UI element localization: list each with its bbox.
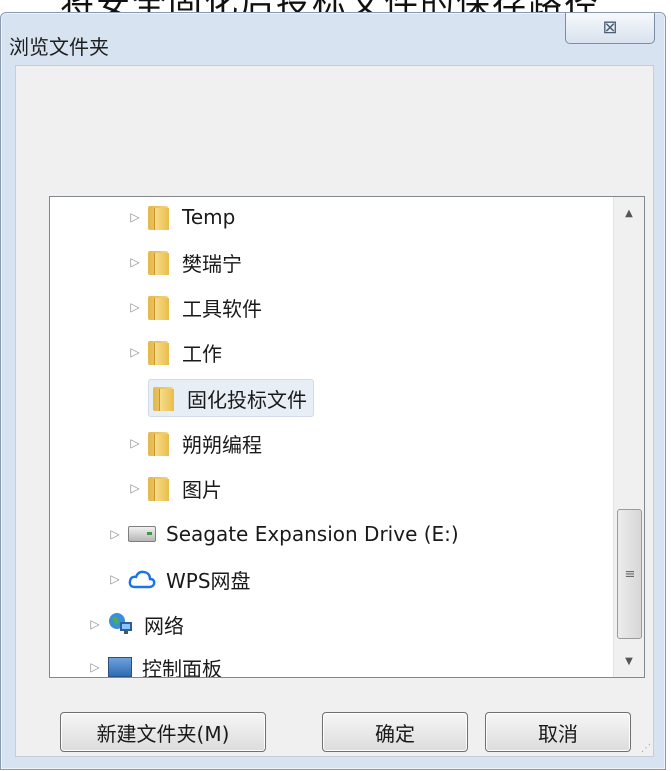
expand-arrow-icon[interactable]: ▷: [128, 255, 142, 269]
tree-item-bid-files[interactable]: 固化投标文件: [50, 378, 612, 418]
tree-item-label: 固化投标文件: [187, 387, 307, 412]
ok-button[interactable]: 确定: [322, 712, 468, 752]
dialog-title: 浏览文件夹: [9, 35, 109, 59]
network-icon: [109, 613, 132, 634]
tree-item-work[interactable]: ▷ 工作: [50, 332, 612, 372]
tree-item-fanruining[interactable]: ▷ 樊瑞宁: [50, 242, 612, 282]
tree-item-label: 网络: [144, 613, 184, 638]
tree-item-label: WPS网盘: [166, 568, 251, 593]
title-bar[interactable]: 浏览文件夹 ⊠: [1, 13, 665, 65]
tree-item-pictures[interactable]: ▷ 图片: [50, 468, 612, 508]
expand-arrow-icon[interactable]: ▷: [128, 345, 142, 359]
control-panel-icon: [108, 657, 132, 677]
scroll-thumb[interactable]: ≡: [617, 509, 642, 639]
folder-icon: [148, 204, 170, 230]
new-folder-button[interactable]: 新建文件夹(M): [60, 712, 266, 752]
grip-icon: ≡: [624, 566, 636, 582]
tree-item-label: 樊瑞宁: [182, 251, 242, 276]
folder-icon: [153, 385, 175, 411]
dialog-client-area: ▷ Temp ▷ 樊瑞宁 ▷ 工具软件 ▷ 工作 固化投标文件 ▷ 朔朔编程 ▷…: [15, 65, 654, 757]
folder-icon: [148, 430, 170, 456]
expand-arrow-icon[interactable]: ▷: [128, 436, 142, 450]
folder-icon: [148, 339, 170, 365]
tree-item-label: 工作: [182, 341, 222, 366]
folder-tree[interactable]: ▷ Temp ▷ 樊瑞宁 ▷ 工具软件 ▷ 工作 固化投标文件 ▷ 朔朔编程 ▷…: [50, 197, 612, 677]
tree-item-network[interactable]: ▷ 网络: [50, 604, 612, 644]
drive-icon: [128, 526, 156, 542]
scroll-up-button[interactable]: ▲: [614, 197, 644, 229]
tree-item-label: 朔朔编程: [182, 432, 262, 457]
tree-item-control-panel[interactable]: ▷ 控制面板: [50, 647, 612, 677]
tree-item-wps-cloud[interactable]: ▷ WPS网盘: [50, 559, 612, 599]
arrow-up-icon: ▲: [625, 207, 633, 219]
tree-item-label: 控制面板: [142, 656, 222, 678]
expand-arrow-icon[interactable]: ▷: [108, 527, 122, 541]
expand-arrow-icon[interactable]: ▷: [108, 572, 122, 586]
vertical-scrollbar[interactable]: ▲ ≡ ▼: [613, 197, 644, 677]
expand-arrow-icon[interactable]: ▷: [128, 300, 142, 314]
folder-icon: [148, 294, 170, 320]
expand-arrow-icon[interactable]: ▷: [128, 481, 142, 495]
folder-icon: [148, 249, 170, 275]
tree-item-programming[interactable]: ▷ 朔朔编程: [50, 423, 612, 463]
expand-arrow-icon[interactable]: ▷: [88, 660, 102, 674]
tree-item-temp[interactable]: ▷ Temp: [50, 197, 612, 237]
close-icon: ⊠: [602, 17, 618, 38]
expand-arrow-icon[interactable]: ▷: [128, 210, 142, 224]
tree-item-label: 图片: [182, 477, 222, 502]
browse-folder-dialog: 浏览文件夹 ⊠ ▷ Temp ▷ 樊瑞宁 ▷ 工具软件 ▷ 工作 固化投标文件 …: [0, 12, 666, 770]
expand-arrow-icon[interactable]: ▷: [88, 617, 102, 631]
close-button[interactable]: ⊠: [565, 13, 655, 44]
tree-item-label: Temp: [182, 205, 236, 229]
folder-tree-frame: ▷ Temp ▷ 樊瑞宁 ▷ 工具软件 ▷ 工作 固化投标文件 ▷ 朔朔编程 ▷…: [49, 196, 645, 678]
folder-icon: [148, 475, 170, 501]
scroll-down-button[interactable]: ▼: [614, 645, 644, 677]
resize-grip-icon[interactable]: ⋰: [641, 743, 651, 754]
arrow-down-icon: ▼: [625, 655, 633, 667]
tree-item-seagate-drive[interactable]: ▷ Seagate Expansion Drive (E:): [50, 514, 612, 554]
tree-item-tools[interactable]: ▷ 工具软件: [50, 287, 612, 327]
cancel-button[interactable]: 取消: [485, 712, 631, 752]
selected-highlight: 固化投标文件: [148, 379, 314, 417]
tree-item-label: 工具软件: [182, 296, 262, 321]
tree-item-label: Seagate Expansion Drive (E:): [166, 522, 459, 546]
cloud-icon: [128, 570, 156, 589]
